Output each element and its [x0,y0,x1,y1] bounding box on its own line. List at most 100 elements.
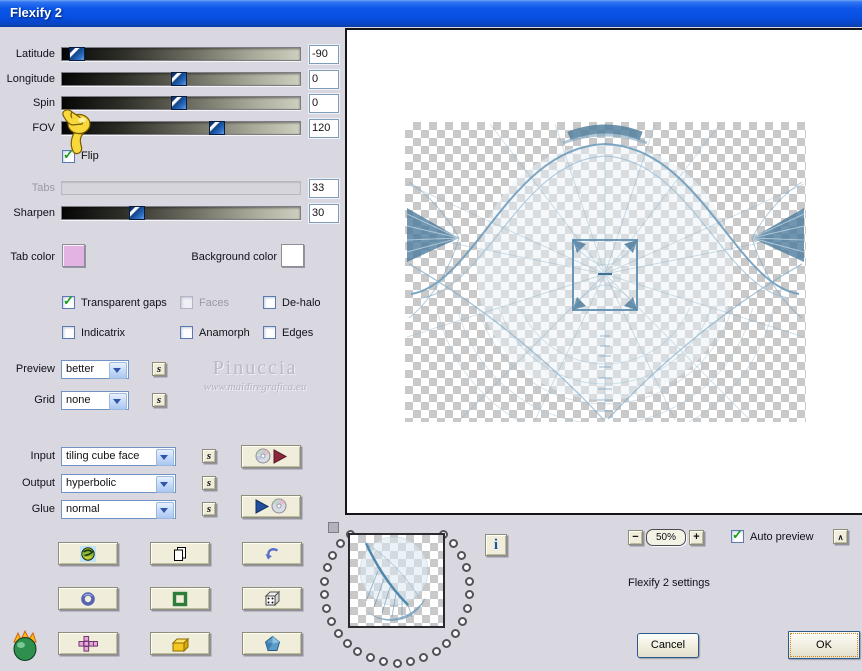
background-color-label: Background color [191,251,277,263]
spin-label: Spin [32,97,55,109]
de-halo-checkbox[interactable] [263,296,276,309]
sharpen-label: Sharpen [13,207,55,219]
grid-dropdown-value: none [66,394,91,406]
input-dropdown[interactable]: tiling cube face [61,447,176,466]
dial-dot[interactable] [451,629,460,638]
check-icon: ✓ [63,293,74,308]
dial-dot[interactable] [334,629,343,638]
thumbnail-preview[interactable] [348,533,445,628]
title-bar[interactable]: Flexify 2 [0,0,862,27]
spin-value-input[interactable]: 0 [309,94,339,113]
spin-slider-thumb[interactable] [171,96,187,110]
load-settings-button[interactable] [241,495,301,518]
auto-preview-checkbox[interactable]: ✓ [731,527,744,543]
zoom-out-button[interactable]: − [628,530,643,545]
flip-checkbox[interactable]: ✓ [62,147,75,163]
polyhedron-button[interactable] [242,632,302,655]
auto-preview-label: Auto preview [750,531,814,543]
chevron-down-icon[interactable] [109,362,127,379]
dial-dot[interactable] [419,653,428,662]
latitude-slider-thumb[interactable] [69,47,85,61]
frame-button[interactable] [150,587,210,610]
dial-dot[interactable] [320,577,329,586]
chevron-down-icon[interactable] [156,449,174,466]
latitude-slider[interactable] [61,47,301,61]
zoom-level[interactable]: 50% [646,529,686,546]
indicatrix-checkbox[interactable] [62,326,75,339]
dial-dot[interactable] [353,647,362,656]
fov-slider-thumb[interactable] [209,121,225,135]
ok-button[interactable]: OK [788,631,860,659]
dial-dot[interactable] [366,653,375,662]
collapse-button[interactable]: ∧ [833,529,848,544]
grid-dropdown[interactable]: none [61,391,129,410]
cube-button[interactable] [150,632,210,655]
glue-s-button[interactable]: s [202,502,216,516]
dial-dot[interactable] [379,657,388,666]
random-button[interactable] [242,587,302,610]
longitude-value-input[interactable]: 0 [309,70,339,89]
longitude-slider-thumb[interactable] [171,72,187,86]
input-s-button[interactable]: s [202,449,216,463]
dial-dot[interactable] [323,563,332,572]
dial-handle[interactable] [328,522,339,533]
dial-dot[interactable] [458,617,467,626]
dial-dot[interactable] [432,647,441,656]
dial-dot[interactable] [406,657,415,666]
dial-dot[interactable] [449,539,458,548]
sharpen-slider[interactable] [61,206,301,220]
dial-dot[interactable] [336,539,345,548]
info-button[interactable]: i [485,534,507,556]
copy-button[interactable] [150,542,210,565]
check-icon: ✓ [732,527,743,542]
tab-color-swatch[interactable] [62,244,85,267]
dial-dot[interactable] [462,563,471,572]
dial-dot[interactable] [320,590,329,599]
unfold-cube-button[interactable] [58,632,118,655]
torus-button[interactable] [58,587,118,610]
tab-color-label: Tab color [10,251,55,263]
transparent-gaps-label: Transparent gaps [81,297,167,309]
preview-s-button[interactable]: s [152,362,166,376]
cancel-button[interactable]: Cancel [637,633,699,658]
grid-s-button[interactable]: s [152,393,166,407]
transparent-gaps-checkbox[interactable]: ✓ [62,293,75,309]
sharpen-value-input[interactable]: 30 [309,204,339,223]
dial-dot[interactable] [343,639,352,648]
output-label: Output [21,477,55,489]
dial-dot[interactable] [465,590,474,599]
dial-dot[interactable] [393,659,402,668]
edges-checkbox[interactable] [263,326,276,339]
chevron-down-icon[interactable] [156,502,174,519]
dial-dot[interactable] [457,551,466,560]
dial-dot[interactable] [328,551,337,560]
fov-slider[interactable] [61,121,301,135]
dial-dot[interactable] [442,639,451,648]
anamorph-checkbox[interactable] [180,326,193,339]
cd-play-icon [255,448,288,464]
dice-icon [264,590,281,607]
dial-dot[interactable] [465,577,474,586]
dial-dot[interactable] [327,617,336,626]
spin-slider[interactable] [61,96,301,110]
chevron-down-icon[interactable] [156,476,174,493]
fov-value-input[interactable]: 120 [309,119,339,138]
dial-dot[interactable] [322,604,331,613]
sphere-map-button[interactable] [58,542,118,565]
output-s-button[interactable]: s [202,476,216,490]
dial-dot[interactable] [463,604,472,613]
output-dropdown[interactable]: hyperbolic [61,474,176,493]
background-color-swatch[interactable] [281,244,304,267]
zoom-in-button[interactable]: + [689,530,704,545]
save-settings-button[interactable] [241,445,301,468]
globe-icon [80,545,96,562]
latitude-value-input[interactable]: -90 [309,45,339,64]
longitude-slider[interactable] [61,72,301,86]
flaming-pear-logo-icon [10,629,40,661]
chevron-down-icon[interactable] [109,393,127,410]
undo-button[interactable] [242,542,302,565]
preview-dropdown[interactable]: better [61,360,129,379]
sharpen-slider-thumb[interactable] [129,206,145,220]
glue-dropdown[interactable]: normal [61,500,176,519]
tabs-value-input[interactable]: 33 [309,179,339,198]
